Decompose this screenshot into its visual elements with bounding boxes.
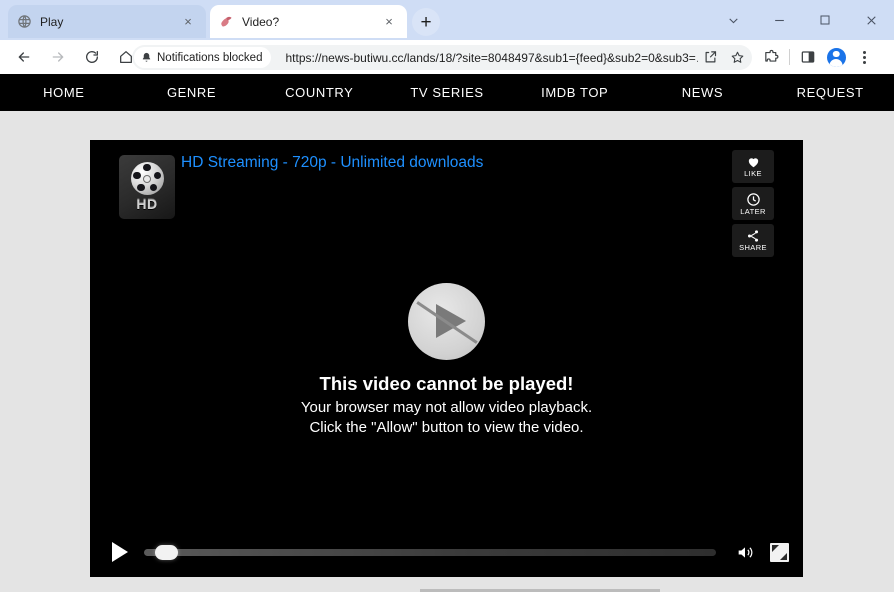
nav-item-genre[interactable]: GENRE — [128, 85, 256, 100]
notifications-blocked-badge[interactable]: Notifications blocked — [134, 47, 272, 68]
tab-close-button[interactable]: × — [178, 12, 198, 32]
browser-window: Play × Video? × + Notifications blocked … — [0, 0, 894, 592]
progress-track — [144, 548, 716, 556]
share-nodes-icon — [747, 230, 759, 242]
tab-title: Video? — [242, 14, 280, 29]
avatar — [826, 47, 846, 67]
three-dot-menu-icon[interactable] — [850, 43, 878, 71]
tab-title: Play — [40, 14, 64, 29]
bell-slash-icon — [142, 52, 151, 62]
maximize-icon[interactable] — [802, 0, 848, 40]
player-controls-right — [734, 542, 789, 562]
page-viewport: HOME GENRE COUNTRY TV SERIES IMDB TOP NE… — [0, 74, 894, 592]
later-label: LATER — [740, 206, 766, 216]
profile-avatar-icon[interactable] — [822, 43, 850, 71]
play-disabled-icon[interactable] — [408, 283, 485, 360]
side-panel-icon[interactable] — [794, 43, 822, 71]
error-line-1: Your browser may not allow video playbac… — [300, 398, 593, 416]
reload-icon[interactable] — [77, 42, 107, 72]
error-line-2: Click the "Allow" button to view the vid… — [309, 418, 584, 436]
window-controls — [710, 0, 894, 40]
fullscreen-icon[interactable] — [770, 542, 789, 562]
toolbar-right-icons — [757, 43, 878, 71]
share-icon[interactable] — [698, 46, 722, 70]
reel-graphic — [130, 162, 164, 195]
browser-toolbar: Notifications blocked https://news-butiw… — [0, 40, 894, 74]
toolbar-divider — [789, 49, 790, 65]
player-action-buttons: LIKE LATER SHARE — [732, 150, 774, 257]
globe-icon — [16, 14, 32, 30]
heart-icon — [748, 158, 758, 168]
star-icon[interactable] — [725, 46, 749, 70]
progress-handle[interactable] — [155, 544, 179, 560]
menu-dots — [862, 50, 866, 64]
film-reel-icon: HD — [119, 155, 175, 219]
like-label: LIKE — [744, 169, 762, 179]
nav-item-request[interactable]: REQUEST — [766, 85, 894, 100]
new-tab-button[interactable]: + — [412, 8, 440, 36]
puzzle-icon[interactable] — [757, 43, 785, 71]
nav-item-imdb-top[interactable]: IMDB TOP — [511, 85, 639, 100]
close-icon[interactable] — [848, 0, 894, 40]
address-bar[interactable]: Notifications blocked https://news-butiw… — [132, 45, 752, 70]
minimize-icon[interactable] — [756, 0, 802, 40]
tab-play[interactable]: Play × — [8, 5, 206, 38]
player-controls — [90, 527, 803, 577]
promo-title-link[interactable]: HD Streaming - 720p - Unlimited download… — [181, 154, 483, 172]
hd-badge-label: HD — [136, 196, 158, 212]
chevron-down-icon[interactable] — [710, 0, 756, 40]
site-navigation: HOME GENRE COUNTRY TV SERIES IMDB TOP NE… — [0, 74, 894, 111]
forward-arrow-icon[interactable] — [43, 42, 73, 72]
nav-item-news[interactable]: NEWS — [639, 85, 767, 100]
notifications-blocked-label: Notifications blocked — [157, 51, 263, 64]
play-overlay-wrapper — [90, 283, 803, 360]
url-text: https://news-butiwu.cc/lands/18/?site=80… — [285, 50, 698, 65]
back-arrow-icon[interactable] — [9, 42, 39, 72]
share-button[interactable]: SHARE — [732, 224, 774, 257]
later-button[interactable]: LATER — [732, 187, 774, 220]
video-site-icon — [218, 14, 234, 30]
clock-icon — [746, 193, 760, 206]
progress-slider[interactable] — [144, 544, 716, 560]
share-label: SHARE — [739, 243, 767, 253]
like-button[interactable]: LIKE — [732, 150, 774, 183]
error-headline: This video cannot be played! — [319, 373, 574, 394]
nav-item-tv-series[interactable]: TV SERIES — [383, 85, 511, 100]
volume-icon[interactable] — [734, 543, 756, 562]
tab-strip: Play × Video? × + — [0, 0, 894, 40]
tab-close-button[interactable]: × — [379, 12, 399, 32]
nav-item-country[interactable]: COUNTRY — [255, 85, 383, 100]
nav-item-home[interactable]: HOME — [0, 85, 128, 100]
tab-video[interactable]: Video? × — [210, 5, 407, 38]
error-message: This video cannot be played! Your browse… — [90, 372, 803, 438]
play-icon[interactable] — [112, 542, 128, 562]
video-player: HD HD Streaming - 720p - Unlimited downl… — [90, 140, 803, 577]
